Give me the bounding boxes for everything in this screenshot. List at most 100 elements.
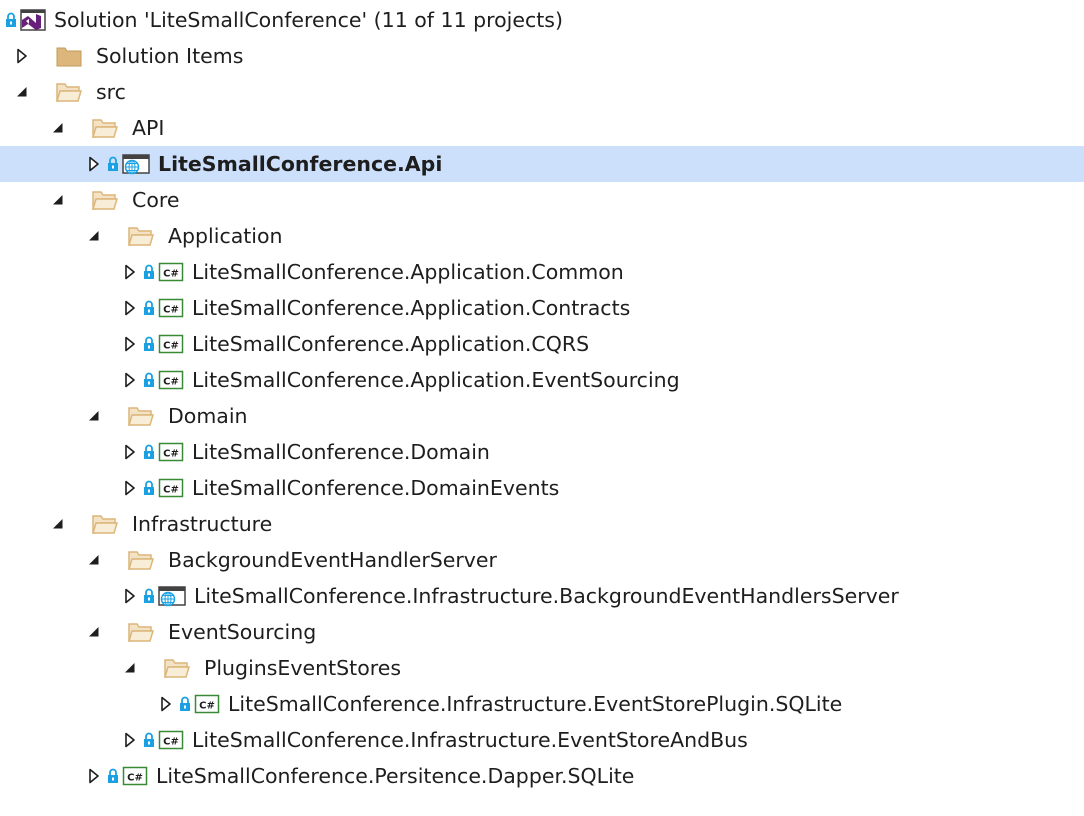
tree-row[interactable]: C# LiteSmallConference.Infrastructure.Eve… bbox=[0, 686, 1084, 722]
web-project-icon bbox=[122, 152, 150, 176]
expand-arrow-icon[interactable] bbox=[86, 154, 102, 174]
collapse-arrow-icon[interactable] bbox=[50, 190, 66, 210]
tree-row[interactable]: Domain bbox=[0, 398, 1084, 434]
csharp-project-icon: C# bbox=[158, 260, 184, 284]
folder-open-icon bbox=[92, 188, 118, 212]
tree-item-label: PluginsEventStores bbox=[204, 656, 402, 680]
tree-row[interactable]: BackgroundEventHandlerServer bbox=[0, 542, 1084, 578]
tree-item-label: LiteSmallConference.Application.Common bbox=[192, 260, 624, 284]
expand-arrow-icon[interactable] bbox=[86, 766, 102, 786]
tree-item-label: LiteSmallConference.Api bbox=[158, 152, 443, 176]
svg-text:C#: C# bbox=[163, 737, 179, 748]
tree-item-label: EventSourcing bbox=[168, 620, 317, 644]
collapse-arrow-icon[interactable] bbox=[86, 550, 102, 570]
tree-item-label: LiteSmallConference.Application.EventSou… bbox=[192, 368, 680, 392]
folder-open-icon bbox=[56, 80, 82, 104]
expand-arrow-icon[interactable] bbox=[122, 298, 138, 318]
svg-text:C#: C# bbox=[163, 377, 179, 388]
folder-open-icon bbox=[128, 548, 154, 572]
expand-arrow-icon[interactable] bbox=[14, 46, 30, 66]
source-control-lock-icon bbox=[142, 731, 156, 749]
tree-row[interactable]: Solution 'LiteSmallConference' (11 of 11… bbox=[0, 2, 1084, 38]
tree-row[interactable]: C# LiteSmallConference.Domain bbox=[0, 434, 1084, 470]
tree-item-label: BackgroundEventHandlerServer bbox=[168, 548, 497, 572]
source-control-lock-icon bbox=[142, 335, 156, 353]
source-control-lock-icon bbox=[142, 263, 156, 281]
tree-item-label: LiteSmallConference.Domain bbox=[192, 440, 490, 464]
web-project-icon bbox=[158, 584, 186, 608]
source-control-lock-icon bbox=[142, 371, 156, 389]
tree-row[interactable]: C# LiteSmallConference.Application.Contra… bbox=[0, 290, 1084, 326]
tree-item-label: LiteSmallConference.Persitence.Dapper.SQ… bbox=[156, 764, 635, 788]
tree-row[interactable]: C# LiteSmallConference.Application.CQRS bbox=[0, 326, 1084, 362]
tree-item-label: LiteSmallConference.Application.Contract… bbox=[192, 296, 631, 320]
svg-text:C#: C# bbox=[163, 485, 179, 496]
tree-row[interactable]: Core bbox=[0, 182, 1084, 218]
source-control-lock-icon bbox=[106, 767, 120, 785]
tree-item-label: LiteSmallConference.Infrastructure.Event… bbox=[192, 728, 748, 752]
expand-arrow-icon[interactable] bbox=[122, 334, 138, 354]
tree-row[interactable]: LiteSmallConference.Api bbox=[0, 146, 1084, 182]
csharp-project-icon: C# bbox=[158, 368, 184, 392]
tree-row[interactable]: C# LiteSmallConference.Application.EventS… bbox=[0, 362, 1084, 398]
tree-row[interactable]: C# LiteSmallConference.DomainEvents bbox=[0, 470, 1084, 506]
collapse-arrow-icon[interactable] bbox=[86, 226, 102, 246]
solution-icon bbox=[18, 8, 46, 32]
collapse-arrow-icon[interactable] bbox=[50, 118, 66, 138]
svg-text:C#: C# bbox=[163, 305, 179, 316]
source-control-lock-icon bbox=[142, 587, 156, 605]
expand-arrow-icon[interactable] bbox=[122, 478, 138, 498]
tree-item-label: Application bbox=[168, 224, 283, 248]
tree-item-label: LiteSmallConference.Application.CQRS bbox=[192, 332, 590, 356]
tree-row[interactable]: src bbox=[0, 74, 1084, 110]
tree-row[interactable]: C# LiteSmallConference.Persitence.Dapper.… bbox=[0, 758, 1084, 794]
tree-item-label: Domain bbox=[168, 404, 248, 428]
tree-row[interactable]: C# LiteSmallConference.Application.Common bbox=[0, 254, 1084, 290]
folder-open-icon bbox=[92, 116, 118, 140]
collapse-arrow-icon[interactable] bbox=[14, 82, 30, 102]
source-control-lock-icon bbox=[106, 155, 120, 173]
tree-item-label: Core bbox=[132, 188, 180, 212]
expand-arrow-icon[interactable] bbox=[122, 730, 138, 750]
tree-row[interactable]: PluginsEventStores bbox=[0, 650, 1084, 686]
tree-row[interactable]: LiteSmallConference.Infrastructure.Backg… bbox=[0, 578, 1084, 614]
collapse-arrow-icon[interactable] bbox=[50, 514, 66, 534]
expand-arrow-icon[interactable] bbox=[158, 694, 174, 714]
expand-arrow-icon[interactable] bbox=[122, 442, 138, 462]
folder-open-icon bbox=[128, 404, 154, 428]
csharp-project-icon: C# bbox=[158, 440, 184, 464]
source-control-lock-icon bbox=[142, 299, 156, 317]
expand-arrow-icon[interactable] bbox=[122, 586, 138, 606]
expand-arrow-icon[interactable] bbox=[122, 262, 138, 282]
tree-row[interactable]: Infrastructure bbox=[0, 506, 1084, 542]
tree-row[interactable]: EventSourcing bbox=[0, 614, 1084, 650]
tree-row[interactable]: C# LiteSmallConference.Infrastructure.Eve… bbox=[0, 722, 1084, 758]
csharp-project-icon: C# bbox=[194, 692, 220, 716]
csharp-project-icon: C# bbox=[158, 332, 184, 356]
folder-open-icon bbox=[164, 656, 190, 680]
tree-item-label: Solution Items bbox=[96, 44, 244, 68]
source-control-lock-icon bbox=[142, 479, 156, 497]
tree-item-label: LiteSmallConference.Infrastructure.Backg… bbox=[194, 584, 899, 608]
csharp-project-icon: C# bbox=[158, 728, 184, 752]
csharp-project-icon: C# bbox=[158, 296, 184, 320]
csharp-project-icon: C# bbox=[122, 764, 148, 788]
collapse-arrow-icon[interactable] bbox=[86, 406, 102, 426]
svg-text:C#: C# bbox=[163, 269, 179, 280]
folder-open-icon bbox=[92, 512, 118, 536]
solution-explorer-tree: Solution 'LiteSmallConference' (11 of 11… bbox=[0, 0, 1084, 816]
tree-row[interactable]: API bbox=[0, 110, 1084, 146]
tree-item-label: src bbox=[96, 80, 126, 104]
source-control-lock-icon bbox=[4, 11, 18, 29]
expand-arrow-icon[interactable] bbox=[122, 370, 138, 390]
tree-row[interactable]: Application bbox=[0, 218, 1084, 254]
source-control-lock-icon bbox=[178, 695, 192, 713]
collapse-arrow-icon[interactable] bbox=[122, 658, 138, 678]
svg-text:C#: C# bbox=[163, 341, 179, 352]
csharp-project-icon: C# bbox=[158, 476, 184, 500]
folder-open-icon bbox=[128, 620, 154, 644]
tree-row[interactable]: Solution Items bbox=[0, 38, 1084, 74]
svg-text:C#: C# bbox=[127, 773, 143, 784]
tree-item-label: LiteSmallConference.DomainEvents bbox=[192, 476, 560, 500]
collapse-arrow-icon[interactable] bbox=[86, 622, 102, 642]
